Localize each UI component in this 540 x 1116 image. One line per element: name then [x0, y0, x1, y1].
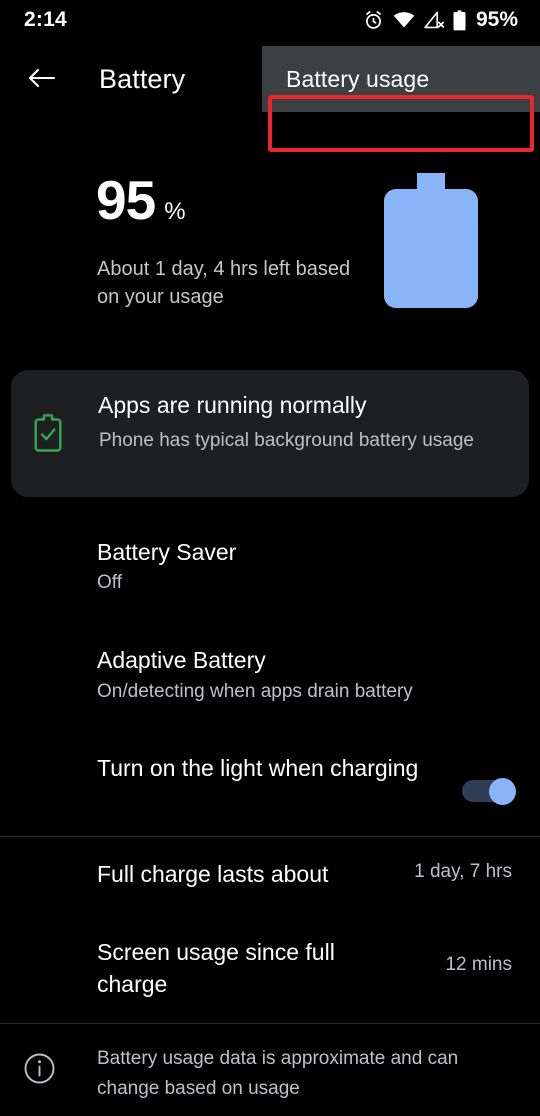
- adaptive-battery-subtitle: On/detecting when apps drain battery: [97, 681, 413, 702]
- battery-percent-display: 95 %: [96, 173, 186, 228]
- full-charge-value: 1 day, 7 hrs: [414, 861, 512, 882]
- footer-note: Battery usage data is approximate and ca…: [0, 1023, 540, 1116]
- battery-check-icon: [34, 414, 62, 457]
- battery-status-card[interactable]: Apps are running normally Phone has typi…: [11, 370, 529, 497]
- sidebar-item-adaptive-battery[interactable]: Adaptive Battery On/detecting when apps …: [0, 636, 540, 712]
- wifi-icon: [393, 11, 415, 29]
- mobile-signal-off-icon: [424, 11, 444, 29]
- battery-saver-subtitle: Off: [97, 572, 122, 593]
- info-icon: [24, 1053, 55, 1089]
- battery-graphic: [384, 173, 478, 313]
- battery-usage-button[interactable]: Battery usage: [262, 46, 540, 112]
- app-bar: Battery Battery usage: [0, 46, 540, 152]
- sidebar-item-charging-light[interactable]: Turn on the light when charging: [0, 744, 540, 836]
- battery-summary: 95 % About 1 day, 4 hrs left based on yo…: [0, 160, 540, 330]
- list-item-full-charge-lasts-about[interactable]: Full charge lasts about 1 day, 7 hrs: [0, 850, 540, 910]
- status-bar-battery-percent: 95%: [475, 8, 518, 31]
- adaptive-battery-title: Adaptive Battery: [97, 647, 266, 673]
- page-title: Battery: [99, 63, 186, 94]
- divider: [0, 836, 540, 837]
- battery-usage-label: Battery usage: [286, 65, 430, 92]
- alarm-icon: [363, 10, 384, 31]
- battery-status-subtitle: Phone has typical background battery usa…: [99, 430, 474, 451]
- charging-light-title: Turn on the light when charging: [97, 755, 419, 781]
- status-bar: 2:14 95%: [0, 0, 540, 40]
- sidebar-item-battery-saver[interactable]: Battery Saver Off: [0, 528, 540, 604]
- charging-light-toggle[interactable]: [462, 778, 516, 805]
- battery-percent-sign: %: [164, 198, 186, 225]
- full-charge-title: Full charge lasts about: [97, 861, 329, 887]
- toggle-thumb: [489, 778, 516, 805]
- back-arrow-icon: [28, 66, 56, 95]
- screen-usage-value: 12 mins: [445, 954, 512, 975]
- battery-saver-title: Battery Saver: [97, 539, 237, 565]
- list-item-screen-usage-since-full-charge[interactable]: Screen usage since full charge 12 mins: [0, 928, 540, 1020]
- back-button[interactable]: [20, 58, 64, 102]
- status-bar-clock: 2:14: [24, 8, 67, 31]
- battery-status-title: Apps are running normally: [98, 392, 367, 418]
- battery-estimate-text: About 1 day, 4 hrs left based on your us…: [97, 258, 351, 308]
- battery-percent-value: 95: [96, 169, 156, 231]
- screen-usage-title: Screen usage since full charge: [97, 939, 335, 997]
- status-bar-icons: 95%: [363, 8, 518, 32]
- battery-icon: [453, 9, 466, 31]
- footer-text: Battery usage data is approximate and ca…: [97, 1048, 459, 1099]
